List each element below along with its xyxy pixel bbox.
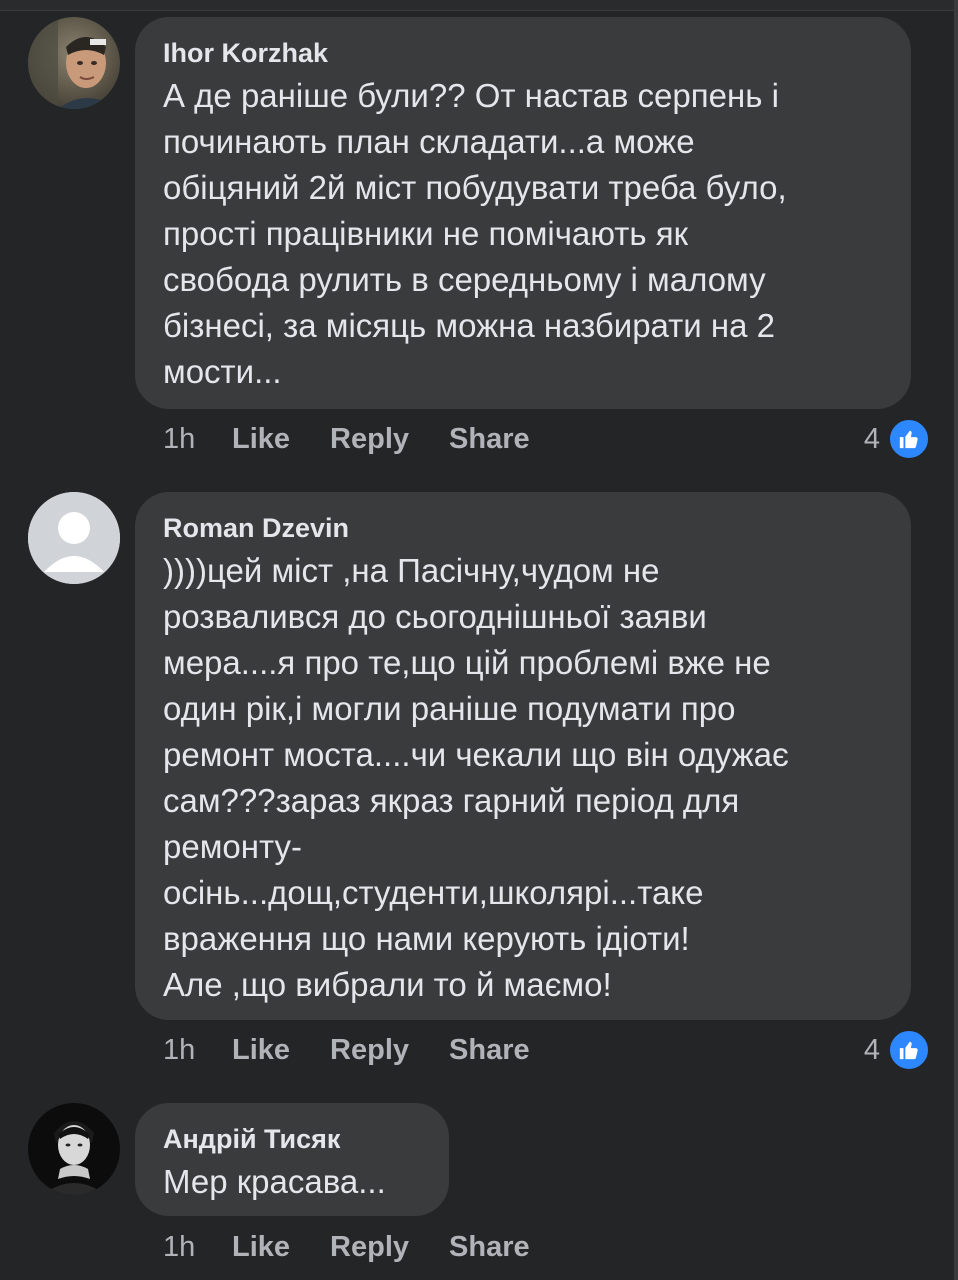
reply-button[interactable]: Reply <box>330 423 409 456</box>
thumbs-up-icon <box>888 418 930 460</box>
reply-button[interactable]: Reply <box>330 1034 409 1067</box>
reaction-summary[interactable]: 4 <box>863 418 930 460</box>
comment-author[interactable]: Roman Dzevin <box>163 510 883 546</box>
like-button[interactable]: Like <box>232 1231 290 1264</box>
top-divider <box>0 0 958 11</box>
reaction-count: 4 <box>863 422 880 455</box>
reaction-count: 4 <box>863 1033 880 1066</box>
comment-bubble[interactable]: Roman Dzevin ))))цей міст ,на Пасічну,чу… <box>135 492 911 1020</box>
comment-bubble[interactable]: Андрій Тисяк Мер красава... <box>135 1103 449 1216</box>
comment-author[interactable]: Андрій Тисяк <box>163 1121 421 1157</box>
reply-button[interactable]: Reply <box>330 1231 409 1264</box>
share-button[interactable]: Share <box>449 423 530 456</box>
comment-time[interactable]: 1h <box>163 423 232 456</box>
avatar-photo <box>28 1103 120 1195</box>
comment-time[interactable]: 1h <box>163 1231 232 1264</box>
person-silhouette-icon <box>28 492 120 584</box>
comment-time[interactable]: 1h <box>163 1034 232 1067</box>
like-button[interactable]: Like <box>232 1034 290 1067</box>
avatar-ihor-korzhak[interactable] <box>28 17 120 109</box>
comments-section: Ihor Korzhak А де раніше були?? От наста… <box>0 0 958 1280</box>
comment-actions: 1h Like Reply Share <box>163 1030 570 1070</box>
comment-text: Мер красава... <box>163 1163 386 1200</box>
comment-actions: 1h Like Reply Share <box>163 1227 570 1267</box>
thumbs-up-icon <box>888 1029 930 1071</box>
comment-bubble[interactable]: Ihor Korzhak А де раніше були?? От наста… <box>135 17 911 409</box>
scrollbar-edge <box>954 0 958 1280</box>
reaction-summary[interactable]: 4 <box>863 1029 930 1071</box>
comment-actions: 1h Like Reply Share <box>163 419 570 459</box>
avatar-photo <box>28 17 120 109</box>
share-button[interactable]: Share <box>449 1034 530 1067</box>
like-button[interactable]: Like <box>232 423 290 456</box>
comment-text: А де раніше були?? От настав серпень і п… <box>163 77 787 390</box>
avatar-andrii-tysiak[interactable] <box>28 1103 120 1195</box>
comment-author[interactable]: Ihor Korzhak <box>163 35 883 71</box>
share-button[interactable]: Share <box>449 1231 530 1264</box>
comment-text: ))))цей міст ,на Пасічну,чудом не розвал… <box>163 552 789 1003</box>
avatar-roman-dzevin[interactable] <box>28 492 120 584</box>
